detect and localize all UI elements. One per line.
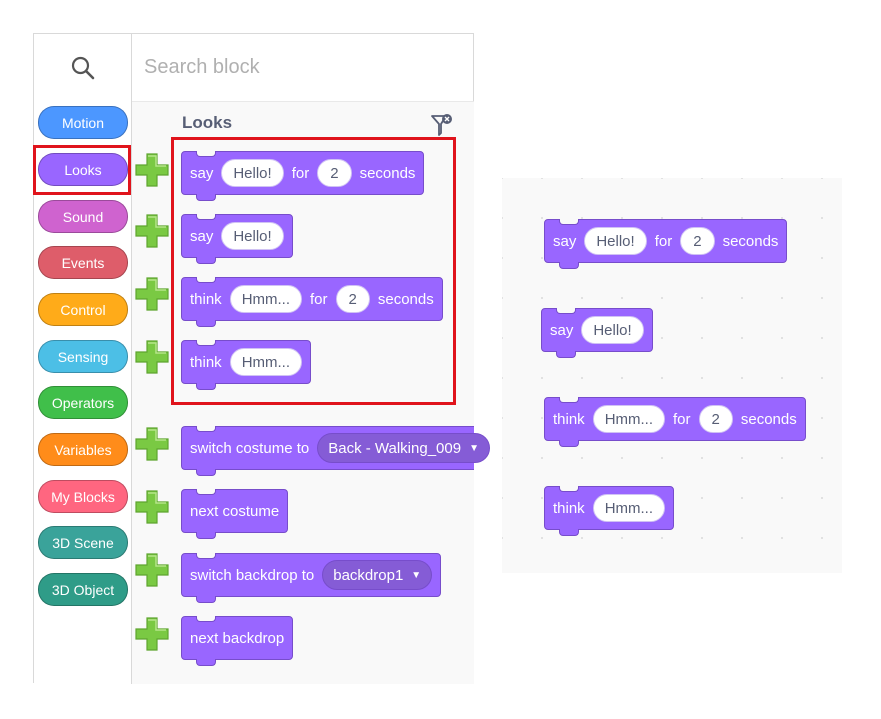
block-keyword: for xyxy=(673,410,691,428)
block-think[interactable]: think Hmm... xyxy=(544,486,675,536)
section-title: Looks xyxy=(182,113,233,132)
block-keyword: think xyxy=(553,410,585,428)
looks-highlight-box xyxy=(33,145,131,195)
category-control[interactable]: Control xyxy=(38,293,128,326)
message-input[interactable]: Hmm... xyxy=(592,405,666,433)
search-button[interactable] xyxy=(34,34,132,102)
search-input[interactable] xyxy=(132,56,474,79)
add-block-icon[interactable] xyxy=(135,214,169,248)
seconds-input[interactable]: 2 xyxy=(680,227,715,255)
block-keyword: for xyxy=(654,232,673,250)
block-switch-costume[interactable]: switch costume to Back - Walking_009 ▼ xyxy=(181,426,490,476)
pin-off-icon[interactable] xyxy=(428,112,456,140)
search-icon xyxy=(71,56,95,80)
block-keyword: think xyxy=(553,499,585,517)
block-keyword: seconds xyxy=(722,232,779,250)
backdrop-dropdown[interactable]: backdrop1 ▼ xyxy=(322,560,433,590)
message-input[interactable]: Hello! xyxy=(584,227,647,255)
dropdown-value: Back - Walking_009 xyxy=(328,439,462,457)
add-block-icon[interactable] xyxy=(135,427,169,461)
block-keyword: say xyxy=(550,321,574,339)
category-my-blocks[interactable]: My Blocks xyxy=(38,480,128,513)
category-column: Motion Looks Sound Events Control Sensin… xyxy=(33,34,132,684)
add-block-icon[interactable] xyxy=(135,340,169,374)
caret-down-icon: ▼ xyxy=(411,569,422,581)
costume-dropdown[interactable]: Back - Walking_009 ▼ xyxy=(317,433,490,463)
block-keyword: say xyxy=(553,232,577,250)
category-variables[interactable]: Variables xyxy=(38,433,128,466)
message-input[interactable]: Hello! xyxy=(581,316,644,344)
add-block-icon[interactable] xyxy=(135,553,169,587)
block-next-costume[interactable]: next costume xyxy=(181,489,289,539)
add-block-icon[interactable] xyxy=(135,153,169,187)
block-think-for-seconds[interactable]: think Hmm... for 2 seconds xyxy=(544,397,806,447)
add-block-icon[interactable] xyxy=(135,277,169,311)
category-events[interactable]: Events xyxy=(38,246,128,279)
caret-down-icon: ▼ xyxy=(469,442,479,454)
dropdown-value: backdrop1 xyxy=(333,566,404,584)
block-label: switch costume to xyxy=(190,439,310,457)
block-label: next costume xyxy=(190,502,280,520)
block-next-backdrop[interactable]: next backdrop xyxy=(181,616,294,666)
message-input[interactable]: Hmm... xyxy=(592,494,666,522)
block-say-for-seconds[interactable]: say Hello! for 2 seconds xyxy=(544,219,788,269)
block-switch-backdrop[interactable]: switch backdrop to backdrop1 ▼ xyxy=(181,553,442,603)
category-3d-object[interactable]: 3D Object xyxy=(38,573,128,606)
search-bar xyxy=(132,34,474,102)
category-sound[interactable]: Sound xyxy=(38,200,128,233)
script-workspace[interactable]: say Hello! for 2 seconds say Hello! thin… xyxy=(502,178,842,573)
category-motion[interactable]: Motion xyxy=(38,106,128,139)
category-operators[interactable]: Operators xyxy=(38,386,128,419)
add-block-icon[interactable] xyxy=(135,490,169,524)
category-sensing[interactable]: Sensing xyxy=(38,340,128,373)
block-label: switch backdrop to xyxy=(190,566,315,584)
highlight-box xyxy=(171,137,456,405)
block-label: next backdrop xyxy=(190,629,285,647)
block-keyword: seconds xyxy=(740,410,797,428)
add-block-icon[interactable] xyxy=(135,617,169,651)
category-3d-scene[interactable]: 3D Scene xyxy=(38,526,128,559)
block-say[interactable]: say Hello! xyxy=(541,308,653,358)
seconds-input[interactable]: 2 xyxy=(698,405,733,433)
